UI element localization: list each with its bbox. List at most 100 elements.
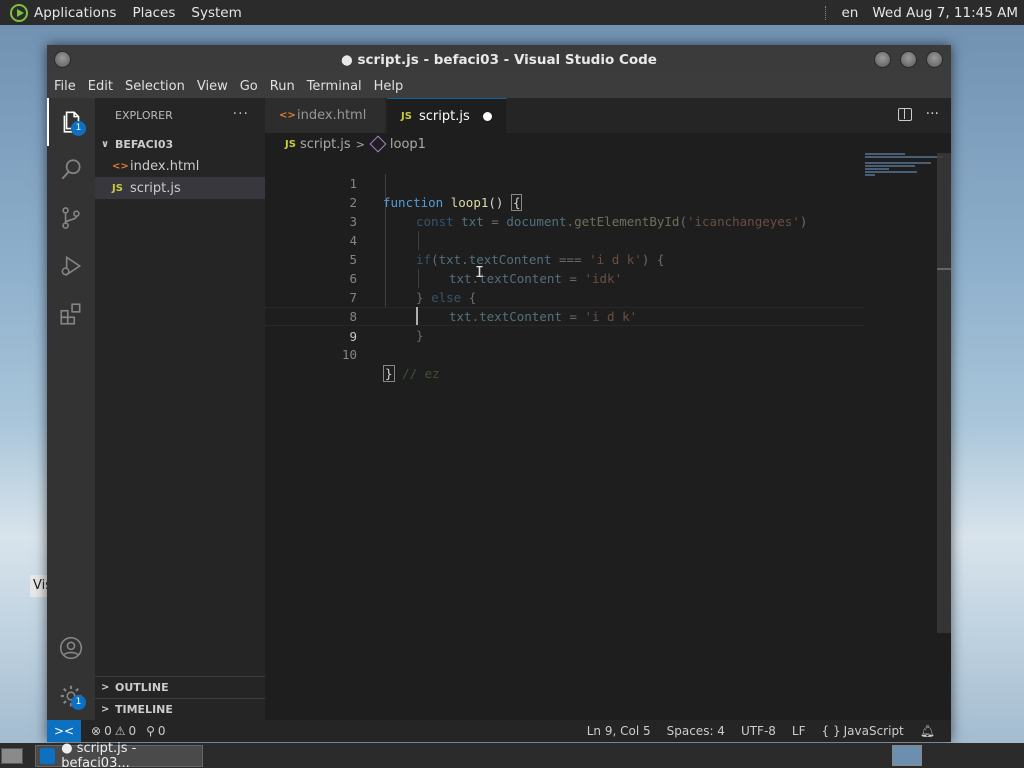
manage-activity[interactable]: 1 (47, 672, 95, 720)
symbol-method-icon (369, 135, 387, 153)
remote-indicator[interactable]: >< (47, 720, 81, 742)
error-icon: ⊗ (91, 724, 102, 738)
window-menu-button[interactable] (54, 51, 71, 68)
code-line-5: 5 txt.textContent = 'idk' (265, 231, 865, 286)
panel-menu-applications[interactable]: Applications (34, 5, 116, 21)
indentation[interactable]: Spaces: 4 (667, 724, 725, 738)
code-line-4: 4 if(txt.textContent === 'i d k') { (265, 212, 865, 267)
breadcrumb-symbol[interactable]: loop1 (390, 137, 426, 152)
close-button[interactable] (926, 51, 943, 68)
window-title-bar[interactable]: ● script.js - befaci03 - Visual Studio C… (47, 45, 951, 74)
code-line-8: 8 } (265, 288, 865, 343)
panel-menu-places[interactable]: Places (132, 5, 175, 21)
search-activity[interactable] (47, 146, 95, 194)
timeline-section[interactable]: > TIMELINE (95, 698, 265, 720)
minimap-line (865, 156, 943, 158)
panel-clock[interactable]: Wed Aug 7, 11:45 AM (872, 5, 1018, 21)
language-mode[interactable]: { } JavaScript (822, 724, 904, 738)
explorer-more-actions[interactable]: ··· (233, 106, 249, 122)
mouse-ibeam-icon: I (475, 263, 485, 281)
maximize-button[interactable] (900, 51, 917, 68)
language-label: JavaScript (843, 724, 904, 738)
menu-run[interactable]: Run (264, 79, 301, 94)
panel-menu-system[interactable]: System (191, 5, 241, 21)
warning-count: 0 (128, 724, 137, 738)
minimap-line (865, 174, 875, 176)
explorer-sidebar: EXPLORER ··· ∨ BEFACI03 <> index.html JS… (95, 98, 265, 720)
account-icon (59, 636, 83, 660)
bottom-taskbar: ● script.js - befaci03... (0, 741, 1024, 768)
menu-view[interactable]: View (191, 79, 234, 94)
explorer-activity[interactable]: 1 (47, 98, 95, 146)
breadcrumb-separator: > (355, 137, 365, 151)
code-line-2: 2 const txt = document.getElementById('i… (265, 174, 865, 229)
code-line-3: 3 (265, 193, 865, 229)
chevron-down-icon: ∨ (101, 138, 110, 150)
file-script-js[interactable]: JS script.js (95, 177, 265, 199)
taskbar-vscode-window[interactable]: ● script.js - befaci03... (35, 741, 203, 768)
extensions-icon (60, 303, 81, 325)
menu-terminal[interactable]: Terminal (301, 79, 368, 94)
chevron-right-icon: > (101, 682, 110, 693)
menu-go[interactable]: Go (234, 79, 264, 94)
workspace-switcher[interactable] (892, 745, 922, 766)
html-file-icon: <> (112, 160, 129, 172)
end-of-line[interactable]: LF (792, 724, 806, 738)
explorer-title: EXPLORER (115, 109, 173, 122)
tab-script-js[interactable]: JS script.js (387, 98, 507, 133)
run-debug-activity[interactable] (47, 242, 95, 290)
source-control-icon (62, 207, 80, 229)
explorer-badge: 1 (71, 121, 86, 136)
folder-label: BEFACI03 (115, 137, 174, 151)
unsaved-dot-icon[interactable] (483, 112, 492, 121)
editor-actions: ··· (897, 106, 939, 122)
extensions-activity[interactable] (47, 290, 95, 338)
file-index-html[interactable]: <> index.html (95, 155, 265, 177)
tab-index-html[interactable]: <> index.html (265, 98, 386, 133)
editor-scrollbar[interactable] (937, 153, 951, 633)
source-control-activity[interactable] (47, 194, 95, 242)
taskbar-task-label: ● script.js - befaci03... (61, 740, 137, 768)
applications-logo-icon[interactable] (10, 3, 28, 22)
minimize-button[interactable] (874, 51, 891, 68)
outline-section[interactable]: > OUTLINE (95, 676, 265, 698)
menu-edit[interactable]: Edit (82, 79, 119, 94)
show-desktop-button[interactable] (1, 747, 23, 764)
code-line-6: 6 } else { (265, 250, 865, 305)
problems-indicator[interactable]: ⊗ 0 ⚠ 0 (91, 724, 136, 738)
line-number: 10 (341, 347, 357, 362)
ports-indicator[interactable]: ⚲ 0 (146, 724, 165, 738)
breadcrumb-file[interactable]: script.js (300, 137, 351, 152)
file-label: script.js (130, 180, 181, 196)
folder-befaci03[interactable]: ∨ BEFACI03 (95, 133, 265, 155)
menu-help[interactable]: Help (368, 79, 410, 94)
code-editor[interactable]: 1 function loop1() { 2 const txt = docum… (265, 155, 915, 720)
editor-more-actions[interactable]: ··· (926, 106, 939, 122)
encoding[interactable]: UTF-8 (741, 724, 776, 738)
notifications-bell-icon[interactable]: 🔔︎ (920, 724, 935, 738)
explorer-header: EXPLORER ··· (95, 98, 265, 133)
settings-badge: 1 (71, 695, 86, 710)
cursor-position[interactable]: Ln 9, Col 5 (587, 724, 651, 738)
menu-bar: File Edit Selection View Go Run Terminal… (47, 74, 951, 98)
status-right-group: Ln 9, Col 5 Spaces: 4 UTF-8 LF { } JavaS… (587, 724, 951, 738)
code-line-10: 10 } // ez (265, 326, 865, 382)
html-file-icon: <> (279, 110, 296, 121)
token-brace-highlight: } (383, 365, 395, 382)
minimap-line (865, 162, 931, 164)
braces-icon: { } (821, 724, 841, 738)
chevron-right-icon: > (101, 704, 110, 715)
menu-file[interactable]: File (47, 79, 82, 94)
keyboard-layout-indicator[interactable]: en (841, 5, 858, 21)
accounts-activity[interactable] (47, 624, 95, 672)
text-cursor (416, 307, 418, 325)
menu-selection[interactable]: Selection (119, 79, 191, 94)
ports-count: 0 (157, 724, 166, 738)
minimap-line (865, 171, 917, 173)
code-line-1: 1 function loop1() { (265, 155, 865, 211)
js-file-icon: JS (401, 110, 412, 122)
code-text: } // ez (383, 364, 440, 383)
radio-tower-icon: ⚲ (146, 724, 155, 738)
desktop-tooltip-fragment: Vis (30, 575, 48, 597)
split-editor-icon[interactable] (897, 108, 912, 121)
